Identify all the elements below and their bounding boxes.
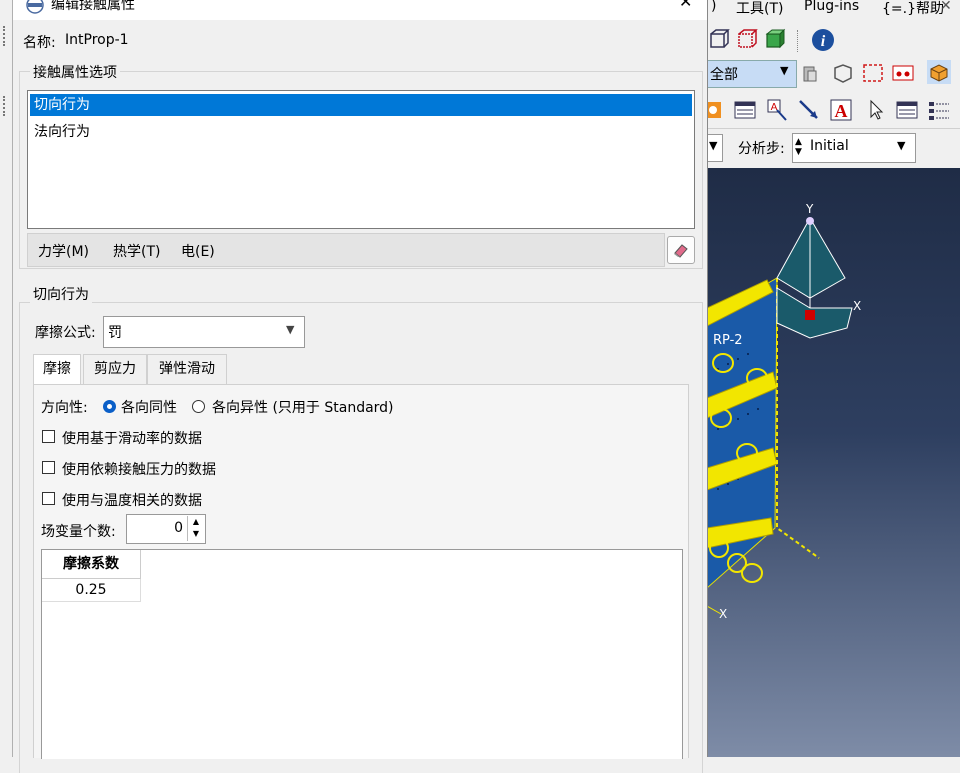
friction-coefficient-table[interactable]: 摩擦系数 0.25 [41,549,683,759]
toolbar-grip [3,96,7,116]
drag-box-icon[interactable] [861,62,885,86]
field-vars-label: 场变量个数: [41,524,116,540]
tab-elastic-slip[interactable]: 弹性滑动 [147,354,227,384]
dialog-titlebar: 编辑接触属性 ✕ [13,0,707,20]
toolbar-annotation-row: A A [707,96,960,126]
checkbox-temperature[interactable] [42,492,55,505]
menu-plugins[interactable]: Plug-ins [804,0,859,14]
dialog-close-button[interactable]: ✕ [679,0,692,11]
module-combo-edge[interactable]: ▼ [707,134,723,162]
menu-paren-fragment: ) [711,0,717,14]
step-combo[interactable]: ▲ ▼ Initial ▼ [792,133,916,163]
options-group-title: 接触属性选项 [30,62,120,82]
spinner-arrows-icon[interactable]: ▲ ▼ [187,516,204,541]
checkbox-slip-rate-label: 使用基于滑动率的数据 [62,431,202,447]
toolbar-selection-row: 全部 ▼ [707,58,960,88]
chevron-down-icon: ▼ [780,64,789,77]
friction-tab-panel: 方向性: 各向同性 各向异性 (只用于 Standard) 使用基于滑动率的数据… [33,384,689,759]
legend-table-icon[interactable] [895,98,919,122]
tab-friction[interactable]: 摩擦 [33,354,81,385]
menu-mechanical[interactable]: 力学(M) [38,241,89,261]
svg-text:A: A [771,102,778,113]
directionality-label: 方向性: [41,400,88,416]
table-header: 摩擦系数 [42,550,141,579]
behavior-menubar: 力学(M) 热学(T) 电(E) [27,233,665,267]
svg-text:Y: Y [805,202,814,216]
toolbar-view-row: i [707,26,960,56]
render-shaded-icon[interactable] [763,28,787,52]
friction-formula-select[interactable]: 罚 ▼ [103,316,305,348]
edit-contact-property-dialog: 编辑接触属性 ✕ 名称: IntProp-1 接触属性选项 切向行为 法向行为 … [12,0,708,773]
selection-filter-combo[interactable]: 全部 ▼ [707,60,797,88]
svg-text:i: i [821,33,826,50]
checkbox-slip-rate[interactable] [42,430,55,443]
eraser-icon [674,244,688,258]
table-cell[interactable]: 0.25 [42,579,141,602]
svg-text:A: A [835,101,848,121]
cursor-icon[interactable] [865,98,889,122]
menu-thermal[interactable]: 热学(T) [113,241,160,261]
chevron-down-icon: ▼ [286,323,295,336]
render-hidden-icon[interactable] [735,28,759,52]
options-listbox[interactable]: 切向行为 法向行为 [27,90,695,229]
radio-isotropic-label: 各向同性 [121,400,177,416]
radio-isotropic[interactable] [103,400,116,413]
checkbox-pressure-label: 使用依赖接触压力的数据 [62,462,216,478]
checkbox-temperature-label: 使用与温度相关的数据 [62,493,202,509]
name-label: 名称: [23,35,56,51]
name-value: IntProp-1 [65,32,129,48]
svg-text:X: X [719,607,727,621]
close-icon[interactable]: ✕ [940,0,952,14]
boundary-conditions-icon[interactable] [891,62,915,86]
info-icon[interactable]: i [811,28,835,52]
step-spinner-icon[interactable]: ▲ ▼ [795,137,802,157]
svg-text:X: X [853,299,861,313]
list-item-tangential[interactable]: 切向行为 [30,94,692,116]
step-label: 分析步: [738,141,785,157]
list-view-icon[interactable] [927,98,951,122]
menu-tools[interactable]: 工具(T) [736,0,783,18]
select-region-icon[interactable] [831,62,855,86]
app-icon [26,0,44,14]
friction-formula-label: 摩擦公式: [35,325,96,341]
text-annotation-arrow-icon[interactable]: A [765,98,789,122]
menu-electrical[interactable]: 电(E) [181,241,215,261]
model-render: RP-2 Y X X [707,202,861,621]
arrow-annotation-icon[interactable] [797,98,821,122]
tab-shear-stress[interactable]: 剪应力 [83,354,147,384]
table-icon[interactable] [733,98,757,122]
field-vars-spinner[interactable]: 0 ▲ ▼ [126,514,206,544]
chevron-down-icon: ▼ [709,139,718,152]
toolbar-grip [3,26,7,46]
menu-help[interactable]: {=.}帮助 [882,0,944,18]
text-annotation-icon[interactable]: A [829,98,853,122]
chevron-down-icon: ▼ [897,139,906,152]
list-item-normal[interactable]: 法向行为 [30,121,692,143]
svg-text:RP-2: RP-2 [713,333,743,348]
delete-behavior-button[interactable] [667,236,695,264]
pick-icon[interactable] [799,62,823,86]
tangential-group-title: 切向行为 [30,284,92,304]
part-cube-icon[interactable] [927,60,951,84]
render-style-icon[interactable] [707,98,731,122]
render-wireframe-icon[interactable] [707,28,731,52]
tab-strip: 摩擦 剪应力 弹性滑动 [31,354,691,386]
model-viewport[interactable]: RP-2 Y X X [707,168,960,757]
checkbox-pressure[interactable] [42,461,55,474]
radio-anisotropic[interactable] [192,400,205,413]
radio-anisotropic-label: 各向异性 (只用于 Standard) [212,400,394,416]
dialog-title: 编辑接触属性 [51,0,135,13]
